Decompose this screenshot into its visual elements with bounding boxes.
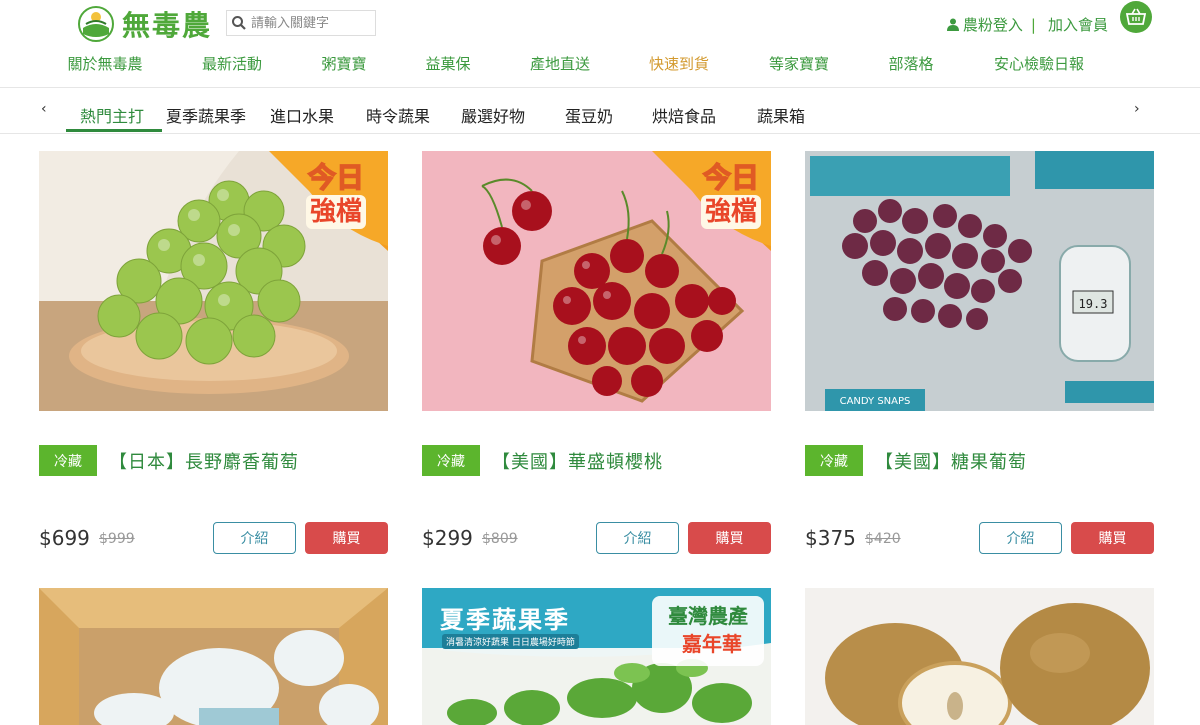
product-card bbox=[39, 588, 388, 725]
user-icon bbox=[946, 18, 959, 31]
product-image-candy-grapes[interactable]: 19.3 CANDY SNAPS bbox=[805, 151, 1154, 411]
banner-badge-line1: 臺灣農產 bbox=[668, 604, 748, 628]
product-image-cherries[interactable]: 今日 強檔 bbox=[422, 151, 771, 411]
tab-imported[interactable]: 進口水果 bbox=[270, 103, 334, 127]
nav-inspection[interactable]: 安心檢驗日報 bbox=[994, 53, 1084, 74]
search-icon[interactable] bbox=[231, 15, 247, 31]
buy-button[interactable]: 購買 bbox=[688, 522, 771, 554]
tab-hot[interactable]: 熱門主打 bbox=[80, 103, 144, 127]
product-price: $299 bbox=[422, 526, 473, 550]
tab-seasonal[interactable]: 時令蔬果 bbox=[366, 103, 430, 127]
logo[interactable]: 無毒農 bbox=[78, 4, 212, 44]
original-price: $420 bbox=[865, 531, 901, 547]
nav-events[interactable]: 最新活動 bbox=[202, 53, 262, 74]
promo-sticker-line1: 今日 bbox=[702, 160, 760, 195]
status-badge: 冷藏 bbox=[805, 445, 863, 476]
tab-summer[interactable]: 夏季蔬果季 bbox=[166, 103, 246, 127]
original-price: $999 bbox=[99, 531, 135, 547]
nav-fruit-protect[interactable]: 益菓保 bbox=[425, 53, 470, 74]
promo-sticker-line1: 今日 bbox=[307, 160, 365, 195]
product-image-muscat-grapes[interactable]: 今日 強檔 bbox=[39, 151, 388, 411]
search-box[interactable] bbox=[226, 10, 376, 36]
product-name[interactable]: 【日本】長野麝香葡萄 bbox=[109, 448, 299, 474]
banner-badge-line2: 嘉年華 bbox=[682, 632, 742, 656]
promo-sticker-line2: 強檔 bbox=[700, 195, 761, 229]
product-card: 19.3 CANDY SNAPS 冷藏 【美國】糖果葡萄 $375 $420 介… bbox=[805, 151, 1154, 554]
status-badge: 冷藏 bbox=[422, 445, 480, 476]
nav-waiting[interactable]: 等家寶寶 bbox=[769, 53, 829, 74]
product-card bbox=[805, 588, 1154, 725]
product-image-summer-banner[interactable]: 夏季蔬果季 消暑清涼好蔬果 日日農場好時節 臺灣農產 嘉年華 bbox=[422, 588, 771, 725]
intro-button[interactable]: 介紹 bbox=[596, 522, 679, 554]
intro-button[interactable]: 介紹 bbox=[979, 522, 1062, 554]
tab-bakery[interactable]: 烘焙食品 bbox=[652, 103, 716, 127]
promo-sticker-line2: 強檔 bbox=[305, 195, 366, 229]
divider: | bbox=[1030, 15, 1036, 34]
site-header: 無毒農 農粉登入 | 加入會員 關於無毒農 最新活動 粥寶寶 益菓保 產地直送 bbox=[0, 0, 1200, 88]
product-card: 夏季蔬果季 消暑清涼好蔬果 日日農場好時節 臺灣農產 嘉年華 bbox=[422, 588, 771, 725]
product-price: $375 bbox=[805, 526, 856, 550]
main-nav: 關於無毒農 最新活動 粥寶寶 益菓保 產地直送 快速到貨 等家寶寶 部落格 安心… bbox=[0, 53, 1200, 75]
register-link[interactable]: 加入會員 bbox=[1048, 14, 1108, 35]
meter-reading: 19.3 bbox=[1079, 297, 1108, 311]
nav-porridge[interactable]: 粥寶寶 bbox=[321, 53, 366, 74]
category-tabs: ‹ 熱門主打 夏季蔬果季 進口水果 時令蔬果 嚴選好物 蛋豆奶 烘焙食品 蔬果箱… bbox=[0, 89, 1200, 134]
logo-text: 無毒農 bbox=[122, 9, 213, 42]
buy-button[interactable]: 購買 bbox=[305, 522, 388, 554]
logo-icon bbox=[78, 6, 114, 42]
product-name[interactable]: 【美國】華盛頓櫻桃 bbox=[492, 448, 663, 474]
product-card: 今日 強檔 冷藏 【美國】華盛頓櫻桃 $299 $809 介紹 購買 bbox=[422, 151, 771, 554]
search-input[interactable] bbox=[251, 15, 369, 31]
nav-fast-delivery[interactable]: 快速到貨 bbox=[649, 53, 709, 74]
banner-subtitle: 消暑清涼好蔬果 日日農場好時節 bbox=[442, 634, 579, 649]
active-tab-indicator bbox=[66, 129, 162, 132]
tab-veg-box[interactable]: 蔬果箱 bbox=[757, 103, 805, 127]
nav-blog[interactable]: 部落格 bbox=[888, 53, 933, 74]
package-label: CANDY SNAPS bbox=[840, 396, 911, 407]
tab-selected[interactable]: 嚴選好物 bbox=[461, 103, 525, 127]
nav-direct[interactable]: 產地直送 bbox=[530, 53, 590, 74]
original-price: $809 bbox=[482, 531, 518, 547]
basket-icon bbox=[1126, 8, 1146, 25]
status-badge: 冷藏 bbox=[39, 445, 97, 476]
product-name[interactable]: 【美國】糖果葡萄 bbox=[875, 448, 1027, 474]
intro-button[interactable]: 介紹 bbox=[213, 522, 296, 554]
product-price: $699 bbox=[39, 526, 90, 550]
product-card: 今日 強檔 冷藏 【日本】長野麝香葡萄 $699 $999 介紹 購買 bbox=[39, 151, 388, 554]
login-link[interactable]: 農粉登入 bbox=[963, 14, 1023, 35]
account-links: 農粉登入 | 加入會員 bbox=[946, 14, 1108, 35]
tab-egg-bean-milk[interactable]: 蛋豆奶 bbox=[565, 103, 613, 127]
nav-about[interactable]: 關於無毒農 bbox=[67, 53, 142, 74]
banner-title: 夏季蔬果季 bbox=[440, 606, 570, 634]
chevron-right-icon[interactable]: › bbox=[1134, 101, 1140, 117]
cart-button[interactable] bbox=[1120, 1, 1152, 33]
buy-button[interactable]: 購買 bbox=[1071, 522, 1154, 554]
product-image-boxed-fruit[interactable] bbox=[39, 588, 388, 725]
chevron-left-icon[interactable]: ‹ bbox=[41, 101, 47, 117]
product-image-pears[interactable] bbox=[805, 588, 1154, 725]
